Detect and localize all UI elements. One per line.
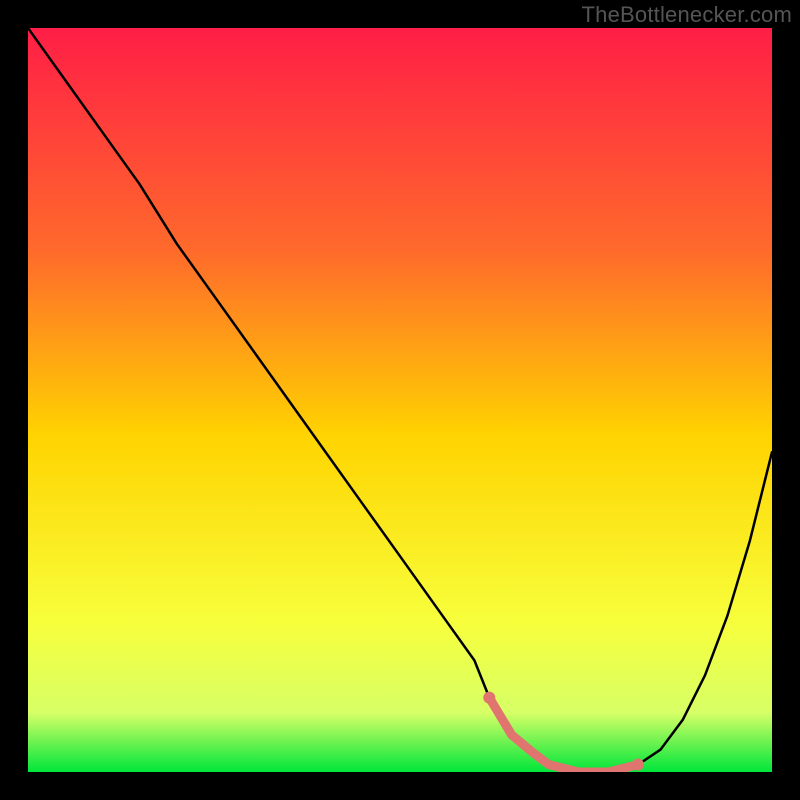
chart-frame: TheBottlenecker.com (0, 0, 800, 800)
optimal-zone-start-marker (483, 692, 495, 704)
watermark-text: TheBottlenecker.com (582, 2, 792, 28)
plot-area (28, 28, 772, 772)
chart-svg (28, 28, 772, 772)
optimal-zone-end-marker (632, 759, 644, 771)
